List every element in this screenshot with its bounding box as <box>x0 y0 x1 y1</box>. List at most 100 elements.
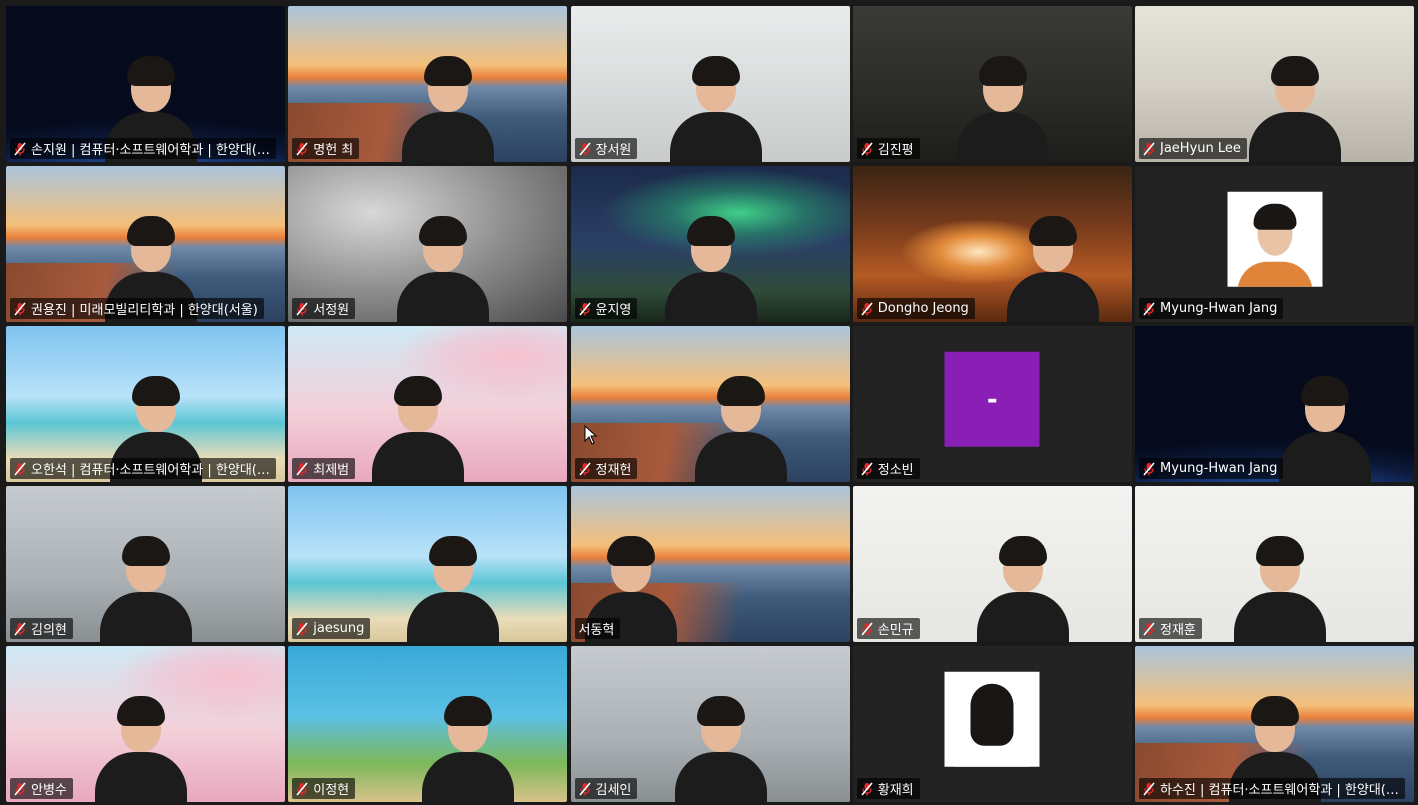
participant-name-tag: JaeHyun Lee <box>1139 138 1247 159</box>
participant-name: 오한석 | 컴퓨터·소프트웨어학과 | 한양대(… <box>31 463 270 478</box>
muted-mic-icon <box>861 301 873 316</box>
muted-mic-icon <box>861 461 873 476</box>
participant-name: jaesung <box>313 621 365 636</box>
participant-name-tag: 서동혁 <box>574 618 621 639</box>
muted-mic-icon <box>296 301 308 316</box>
participant-name-tag: 정재훈 <box>1139 618 1202 639</box>
participant-tile[interactable]: 서동혁 <box>570 486 850 642</box>
participant-name: Myung-Hwan Jang <box>1160 461 1278 476</box>
participant-name-tag: 하수진 | 컴퓨터·소프트웨어학과 | 한양대(… <box>1139 778 1405 799</box>
participant-video-person <box>1230 526 1330 642</box>
participant-video-person <box>368 366 468 482</box>
muted-mic-icon <box>14 141 26 156</box>
participant-name-tag: 손민규 <box>856 618 920 639</box>
participant-name: 김의현 <box>31 623 67 638</box>
participant-name-tag: 정재헌 <box>574 458 638 479</box>
participant-name: 황재희 <box>877 783 914 798</box>
participant-video-person <box>661 206 761 322</box>
muted-mic-icon <box>1143 781 1155 796</box>
participant-tile[interactable]: 안병수 <box>6 646 285 802</box>
muted-mic-icon <box>861 621 873 636</box>
participant-name: 하수진 | 컴퓨터·소프트웨어학과 | 한양대(… <box>1160 783 1399 798</box>
muted-mic-icon <box>861 141 873 156</box>
participant-name-tag: 손지원 | 컴퓨터·소프트웨어학과 | 한양대(… <box>10 138 276 159</box>
participant-name: 명헌 최 <box>313 143 354 158</box>
participant-video-person <box>691 366 791 482</box>
participant-name: 이정현 <box>313 783 350 798</box>
participant-video-person <box>1245 46 1345 162</box>
muted-mic-icon <box>14 461 26 476</box>
participant-name-tag: 오한석 | 컴퓨터·소프트웨어학과 | 한양대(… <box>10 458 276 479</box>
participant-tile[interactable]: 하수진 | 컴퓨터·소프트웨어학과 | 한양대(… <box>1135 646 1414 802</box>
muted-mic-icon <box>861 781 873 796</box>
profile-photo-avatar <box>944 671 1040 767</box>
participant-name-tag: jaesung <box>292 618 371 639</box>
participant-video-person <box>1275 366 1375 482</box>
participant-video-person <box>398 46 498 162</box>
participant-tile[interactable]: 정재훈 <box>1135 486 1414 642</box>
muted-mic-icon <box>14 621 26 636</box>
participant-name: 서동혁 <box>578 623 615 638</box>
participant-name: 정재헌 <box>595 463 632 478</box>
participant-name-tag: 장서원 <box>574 138 638 159</box>
profile-initial-avatar: - <box>944 351 1040 447</box>
participant-tile[interactable]: 손지원 | 컴퓨터·소프트웨어학과 | 한양대(… <box>6 6 285 162</box>
participant-name-tag: 서정원 <box>292 298 356 319</box>
participant-name-tag: 명헌 최 <box>292 138 360 159</box>
participant-tile[interactable]: 김의현 <box>6 486 285 642</box>
mouse-pointer-icon <box>584 425 598 445</box>
participant-tile[interactable]: - 정소빈 <box>852 326 1132 482</box>
participant-name-tag: Myung-Hwan Jang <box>1139 458 1284 479</box>
participant-video-person <box>403 526 503 642</box>
participant-name: 장서원 <box>595 143 632 158</box>
participant-video-person <box>393 206 493 322</box>
participant-name: 서정원 <box>313 303 350 318</box>
participant-tile[interactable]: 김진평 <box>852 6 1132 162</box>
participant-name-tag: 김의현 <box>10 618 73 639</box>
participant-tile[interactable]: 권용진 | 미래모빌리티학과 | 한양대(서울) <box>6 166 285 322</box>
muted-mic-icon <box>14 781 26 796</box>
participant-tile[interactable]: 정재헌 <box>570 326 850 482</box>
participant-name: 권용진 | 미래모빌리티학과 | 한양대(서울) <box>31 303 258 318</box>
participant-tile[interactable]: 이정현 <box>288 646 568 802</box>
muted-mic-icon <box>1143 141 1155 156</box>
participant-tile[interactable]: 장서원 <box>570 6 850 162</box>
participant-tile[interactable]: 손민규 <box>852 486 1132 642</box>
participant-tile[interactable]: 오한석 | 컴퓨터·소프트웨어학과 | 한양대(… <box>6 326 285 482</box>
participant-tile[interactable]: 서정원 <box>288 166 568 322</box>
participant-name: 안병수 <box>31 783 67 798</box>
muted-mic-icon <box>296 781 308 796</box>
participant-tile[interactable]: 최제범 <box>288 326 568 482</box>
participant-tile[interactable]: Dongho Jeong <box>852 166 1132 322</box>
participant-name-tag: 윤지영 <box>574 298 638 319</box>
participant-tile[interactable]: Myung-Hwan Jang <box>1135 326 1414 482</box>
participant-name: Myung-Hwan Jang <box>1160 301 1278 316</box>
participant-name-tag: 안병수 <box>10 778 73 799</box>
participant-tile[interactable]: 황재희 <box>852 646 1132 802</box>
participant-tile[interactable]: 윤지영 <box>570 166 850 322</box>
participant-name-tag: Dongho Jeong <box>856 298 975 319</box>
participant-video-person <box>1003 206 1103 322</box>
muted-mic-icon <box>296 461 308 476</box>
muted-mic-icon <box>296 141 308 156</box>
participant-tile[interactable]: jaesung <box>288 486 568 642</box>
participant-name: JaeHyun Lee <box>1160 141 1241 156</box>
muted-mic-icon <box>578 301 591 316</box>
participant-name-tag: 김세인 <box>574 778 638 799</box>
participant-video-person <box>953 46 1053 162</box>
participant-name: 김진평 <box>877 143 914 158</box>
participant-name: 손민규 <box>877 623 914 638</box>
participant-name: 최제범 <box>313 463 350 478</box>
participant-name-tag: 이정현 <box>292 778 356 799</box>
participant-name-tag: 김진평 <box>856 138 920 159</box>
muted-mic-icon <box>1143 301 1155 316</box>
participant-name-tag: Myung-Hwan Jang <box>1139 298 1284 319</box>
gallery-view: 손지원 | 컴퓨터·소프트웨어학과 | 한양대(… 명헌 최 장서원 김진평 JaeHy… <box>6 6 1414 802</box>
participant-name-tag: 권용진 | 미래모빌리티학과 | 한양대(서울) <box>10 298 264 319</box>
participant-name-tag: 최제범 <box>292 458 356 479</box>
participant-tile[interactable]: 명헌 최 <box>288 6 568 162</box>
participant-tile[interactable]: 김세인 <box>570 646 850 802</box>
participant-name: 정재훈 <box>1160 623 1196 638</box>
participant-tile[interactable]: Myung-Hwan Jang <box>1135 166 1414 322</box>
participant-tile[interactable]: JaeHyun Lee <box>1135 6 1414 162</box>
